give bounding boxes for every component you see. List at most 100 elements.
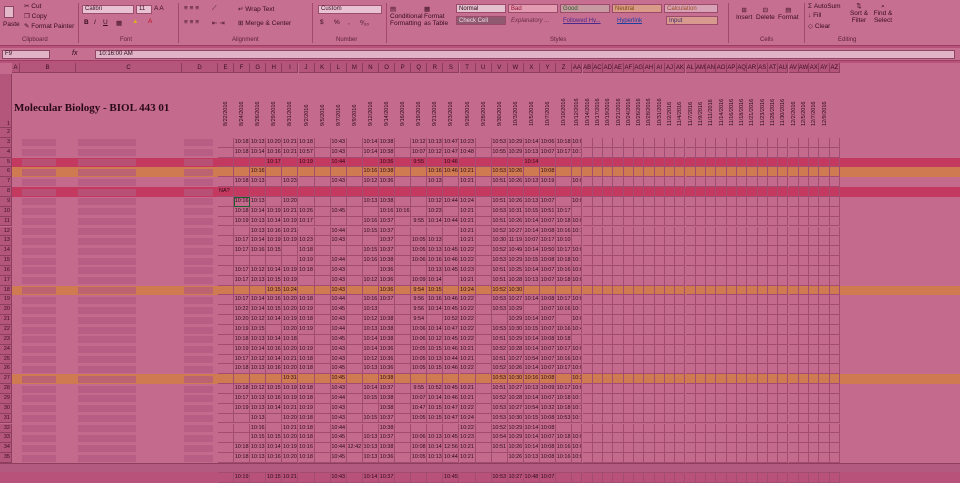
empty-cell[interactable] — [798, 364, 810, 375]
time-cell[interactable] — [346, 354, 363, 365]
time-cell[interactable]: 10:21 — [282, 354, 299, 365]
time-cell[interactable] — [218, 334, 235, 345]
time-cell[interactable] — [395, 384, 412, 394]
time-cell[interactable] — [395, 374, 412, 385]
empty-cell[interactable] — [716, 443, 727, 454]
empty-cell[interactable] — [726, 265, 737, 276]
column-header[interactable]: Z — [556, 63, 573, 73]
empty-cell[interactable] — [695, 364, 707, 375]
time-cell[interactable] — [266, 177, 283, 188]
empty-cell[interactable] — [623, 275, 634, 286]
empty-cell[interactable] — [798, 295, 810, 306]
empty-cell[interactable] — [767, 315, 779, 325]
time-cell[interactable] — [218, 265, 235, 276]
time-cell[interactable]: 10:12 — [411, 137, 428, 148]
empty-cell[interactable] — [685, 226, 696, 237]
empty-cell[interactable] — [788, 403, 799, 414]
empty-cell[interactable] — [788, 157, 799, 168]
empty-cell[interactable] — [809, 256, 820, 266]
time-cell[interactable]: 10:15 — [362, 246, 379, 257]
fill-color-icon[interactable]: ▲ — [132, 18, 138, 25]
time-cell[interactable]: 10:43 — [330, 315, 347, 325]
time-cell[interactable]: 10:15 — [266, 384, 283, 394]
empty-cell[interactable] — [675, 433, 686, 444]
empty-cell[interactable] — [644, 226, 655, 237]
style-check-cell[interactable]: Check Cell — [456, 16, 506, 25]
time-cell[interactable]: 10:51 — [491, 354, 508, 365]
empty-cell[interactable] — [829, 453, 840, 463]
empty-cell[interactable] — [603, 147, 614, 158]
empty-cell[interactable] — [798, 226, 810, 237]
time-cell[interactable]: 10:18 — [234, 364, 251, 375]
empty-cell[interactable] — [603, 384, 614, 394]
empty-cell[interactable] — [809, 246, 820, 257]
empty-cell[interactable] — [695, 374, 707, 385]
empty-cell[interactable] — [664, 137, 676, 148]
time-cell[interactable]: 10:29 — [507, 256, 524, 266]
empty-cell[interactable] — [603, 295, 614, 306]
time-cell[interactable]: 10:38 — [379, 403, 396, 414]
empty-cell[interactable] — [829, 315, 840, 325]
empty-cell[interactable] — [726, 285, 737, 296]
time-cell[interactable]: 10:48 — [523, 472, 540, 483]
empty-cell[interactable] — [685, 393, 696, 404]
empty-cell[interactable] — [778, 285, 789, 296]
empty-cell[interactable] — [623, 403, 634, 414]
empty-cell[interactable] — [767, 354, 779, 365]
time-cell[interactable] — [427, 187, 444, 197]
time-cell[interactable]: 10:13 — [427, 354, 444, 365]
empty-cell[interactable] — [654, 393, 665, 404]
time-cell[interactable]: 10:52 — [491, 393, 508, 404]
time-cell[interactable] — [314, 334, 331, 345]
time-cell[interactable] — [218, 433, 235, 444]
empty-cell[interactable] — [664, 147, 676, 158]
empty-cell[interactable] — [654, 374, 665, 385]
empty-cell[interactable] — [819, 315, 830, 325]
empty-cell[interactable] — [634, 137, 645, 148]
empty-cell[interactable] — [603, 443, 614, 454]
time-cell[interactable] — [395, 325, 412, 335]
empty-cell[interactable] — [706, 305, 717, 316]
time-cell[interactable] — [556, 157, 573, 168]
time-cell[interactable]: 10:15 — [362, 413, 379, 424]
row-header[interactable]: 26 — [0, 364, 12, 375]
column-header[interactable]: AY — [819, 63, 830, 73]
empty-cell[interactable] — [695, 256, 707, 266]
empty-cell[interactable] — [737, 443, 748, 454]
empty-cell[interactable] — [603, 433, 614, 444]
empty-cell[interactable] — [819, 325, 830, 335]
empty-cell[interactable] — [603, 137, 614, 148]
time-cell[interactable] — [314, 246, 331, 257]
time-cell[interactable]: 10:53 — [491, 137, 508, 148]
time-cell[interactable] — [411, 226, 428, 237]
time-cell[interactable]: 10:19 — [282, 443, 299, 454]
empty-cell[interactable] — [592, 246, 604, 257]
empty-cell[interactable] — [706, 423, 717, 434]
empty-cell[interactable] — [767, 393, 779, 404]
empty-cell[interactable] — [798, 177, 810, 188]
empty-cell[interactable] — [695, 315, 707, 325]
empty-cell[interactable] — [685, 423, 696, 434]
merge-center-button[interactable]: ⊞ Merge & Center — [238, 19, 291, 27]
empty-cell[interactable] — [778, 393, 789, 404]
time-cell[interactable]: 10:37 — [379, 226, 396, 237]
empty-cell[interactable] — [716, 433, 727, 444]
time-cell[interactable]: 10:19 — [282, 384, 299, 394]
empty-cell[interactable] — [706, 384, 717, 394]
time-cell[interactable] — [282, 187, 299, 197]
empty-cell[interactable] — [706, 364, 717, 375]
time-cell[interactable]: 10:17 — [298, 216, 315, 227]
time-cell[interactable]: 10:22 — [459, 295, 476, 306]
time-cell[interactable]: 10:22 — [459, 334, 476, 345]
time-cell[interactable]: 10:14 — [362, 137, 379, 148]
time-cell[interactable]: 10:13 — [523, 453, 540, 463]
empty-cell[interactable] — [819, 206, 830, 217]
empty-cell[interactable] — [644, 187, 655, 197]
time-cell[interactable]: 10:20 — [282, 305, 299, 316]
empty-cell[interactable] — [716, 384, 727, 394]
empty-cell[interactable] — [798, 344, 810, 355]
time-cell[interactable]: 10:21 — [459, 453, 476, 463]
time-cell[interactable] — [427, 315, 444, 325]
time-cell[interactable]: 10:07 — [540, 344, 557, 355]
empty-cell[interactable] — [726, 147, 737, 158]
